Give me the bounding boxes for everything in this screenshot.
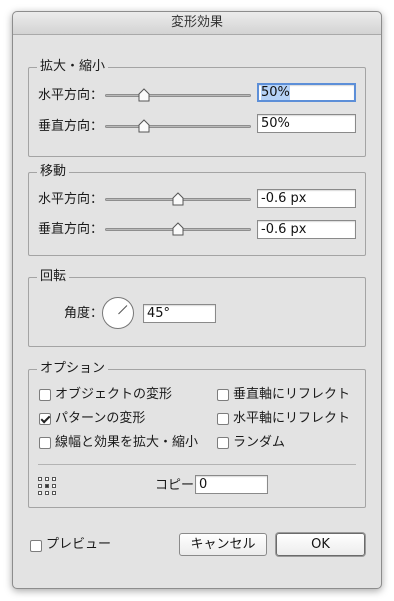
slider-thumb[interactable] bbox=[138, 88, 150, 102]
move-horizontal-label: 水平方向： bbox=[38, 192, 104, 207]
slider-thumb[interactable] bbox=[172, 192, 184, 206]
scale-horizontal-field[interactable]: 50% bbox=[257, 83, 356, 102]
copies-field[interactable]: 0 bbox=[195, 475, 268, 494]
reflect-vertical-label[interactable]: 垂直軸にリフレクト bbox=[233, 386, 350, 404]
transform-effect-dialog: 変形効果 拡大・縮小 水平方向： 垂直方向： 50% 50% 移動 水平方向： … bbox=[12, 11, 382, 589]
random-checkbox[interactable] bbox=[217, 437, 229, 449]
transform-objects-checkbox[interactable] bbox=[39, 389, 51, 401]
scale-horizontal-label: 水平方向： bbox=[38, 88, 104, 103]
reflect-horizontal-checkbox[interactable] bbox=[217, 413, 229, 425]
slider-thumb[interactable] bbox=[172, 222, 184, 236]
dialog-title: 変形効果 bbox=[13, 12, 381, 35]
slider-thumb[interactable] bbox=[138, 119, 150, 133]
rotate-angle-label: 角度： bbox=[64, 306, 104, 321]
move-vertical-label: 垂直方向： bbox=[38, 222, 104, 237]
copies-label: コピー bbox=[155, 478, 195, 493]
cancel-button[interactable]: キャンセル bbox=[179, 533, 267, 556]
move-group: 移動 水平方向： 垂直方向： bbox=[28, 164, 366, 256]
scale-horizontal-value: 50% bbox=[261, 85, 290, 100]
scale-horizontal-slider[interactable] bbox=[105, 94, 251, 97]
move-vertical-field[interactable]: -0.6 px bbox=[257, 220, 356, 239]
scale-vertical-label: 垂直方向： bbox=[38, 119, 104, 134]
scale-vertical-slider[interactable] bbox=[105, 125, 251, 128]
scale-strokes-label[interactable]: 線幅と効果を拡大・縮小 bbox=[55, 434, 198, 452]
preview-label[interactable]: プレビュー bbox=[46, 536, 111, 554]
rotation-dial-hand bbox=[118, 305, 128, 315]
rotate-legend: 回転 bbox=[37, 269, 70, 285]
ok-button[interactable]: OK bbox=[276, 533, 365, 556]
move-horizontal-field[interactable]: -0.6 px bbox=[257, 189, 356, 208]
transform-objects-label[interactable]: オブジェクトの変形 bbox=[55, 386, 172, 404]
scale-vertical-field[interactable]: 50% bbox=[257, 114, 356, 133]
scale-strokes-checkbox[interactable] bbox=[39, 437, 51, 449]
scale-legend: 拡大・縮小 bbox=[37, 59, 109, 75]
preview-checkbox[interactable] bbox=[30, 540, 42, 552]
reference-point-grid-icon[interactable] bbox=[38, 477, 56, 495]
reflect-vertical-checkbox[interactable] bbox=[217, 389, 229, 401]
scale-group: 拡大・縮小 水平方向： 垂直方向： bbox=[28, 59, 366, 157]
move-legend: 移動 bbox=[37, 164, 70, 180]
transform-patterns-label[interactable]: パターンの変形 bbox=[55, 410, 145, 428]
reflect-horizontal-label[interactable]: 水平軸にリフレクト bbox=[233, 410, 350, 428]
options-divider bbox=[38, 464, 356, 465]
rotate-angle-field[interactable]: 45° bbox=[143, 304, 216, 323]
options-legend: オプション bbox=[37, 361, 109, 377]
rotation-dial[interactable] bbox=[102, 297, 134, 329]
random-label[interactable]: ランダム bbox=[233, 434, 285, 452]
transform-patterns-checkbox[interactable] bbox=[39, 413, 51, 425]
